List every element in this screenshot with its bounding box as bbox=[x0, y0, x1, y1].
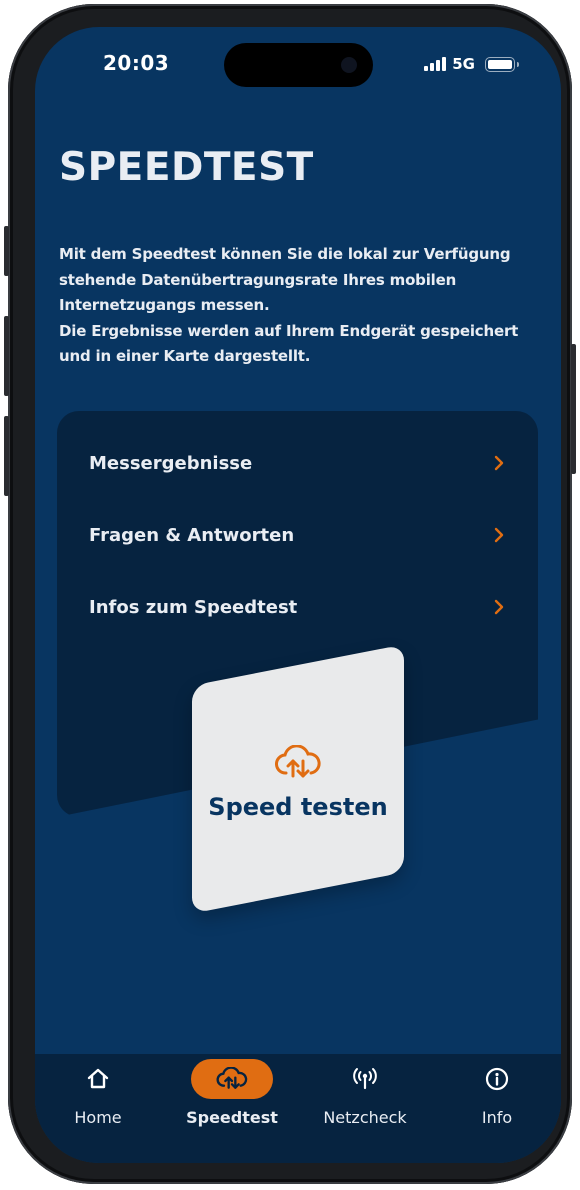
tab-bar: Home Speedtest Netzcheck Info bbox=[35, 1054, 561, 1163]
intro-text: Mit dem Speedtest können Sie die lokal z… bbox=[59, 242, 539, 370]
status-time: 20:03 bbox=[103, 51, 170, 75]
front-camera bbox=[341, 57, 357, 73]
battery-level bbox=[488, 59, 512, 69]
menu-item-infos-speedtest[interactable]: Infos zum Speedtest bbox=[89, 571, 505, 643]
antenna-icon bbox=[353, 1068, 377, 1090]
tab-label: Speedtest bbox=[186, 1108, 278, 1127]
home-icon bbox=[87, 1068, 109, 1089]
dynamic-island bbox=[224, 43, 373, 87]
menu-item-messergebnisse[interactable]: Messergebnisse bbox=[89, 427, 505, 499]
network-type: 5G bbox=[452, 55, 475, 73]
tab-home[interactable]: Home bbox=[48, 1054, 148, 1163]
info-icon bbox=[485, 1067, 509, 1091]
tab-label: Info bbox=[481, 1108, 513, 1127]
phone-frame: 20:03 5G SPEEDTEST Mit dem Speedtest kön… bbox=[4, 4, 576, 1184]
speed-test-button[interactable] bbox=[192, 644, 404, 914]
chevron-right-icon bbox=[494, 599, 504, 615]
menu-item-label: Fragen & Antworten bbox=[89, 524, 295, 546]
menu-list: Messergebnisse Fragen & Antworten Infos … bbox=[89, 427, 505, 643]
tab-netzcheck[interactable]: Netzcheck bbox=[315, 1054, 415, 1163]
menu-item-fragen-antworten[interactable]: Fragen & Antworten bbox=[89, 499, 505, 571]
action-button bbox=[4, 226, 9, 276]
power-button bbox=[571, 344, 576, 474]
menu-item-label: Messergebnisse bbox=[89, 452, 253, 474]
volume-down-button bbox=[4, 416, 9, 496]
tab-info[interactable]: Info bbox=[447, 1054, 547, 1163]
volume-up-button bbox=[4, 316, 9, 396]
cloud-upload-download-icon bbox=[216, 1067, 248, 1089]
chevron-right-icon bbox=[494, 455, 504, 471]
signal-icon bbox=[424, 57, 447, 71]
tab-label: Home bbox=[74, 1108, 122, 1127]
app-screen: 20:03 5G SPEEDTEST Mit dem Speedtest kön… bbox=[35, 27, 561, 1163]
tab-speedtest[interactable]: Speedtest bbox=[182, 1054, 282, 1163]
intro-line-1: Mit dem Speedtest können Sie die lokal z… bbox=[59, 245, 511, 314]
tab-label: Netzcheck bbox=[323, 1108, 407, 1127]
menu-item-label: Infos zum Speedtest bbox=[89, 596, 298, 618]
intro-line-2: Die Ergebnisse werden auf Ihrem Endgerät… bbox=[59, 321, 519, 366]
battery-icon bbox=[485, 56, 519, 72]
chevron-right-icon bbox=[494, 527, 504, 543]
status-indicators: 5G bbox=[424, 55, 519, 73]
page-title: SPEEDTEST bbox=[59, 145, 314, 190]
